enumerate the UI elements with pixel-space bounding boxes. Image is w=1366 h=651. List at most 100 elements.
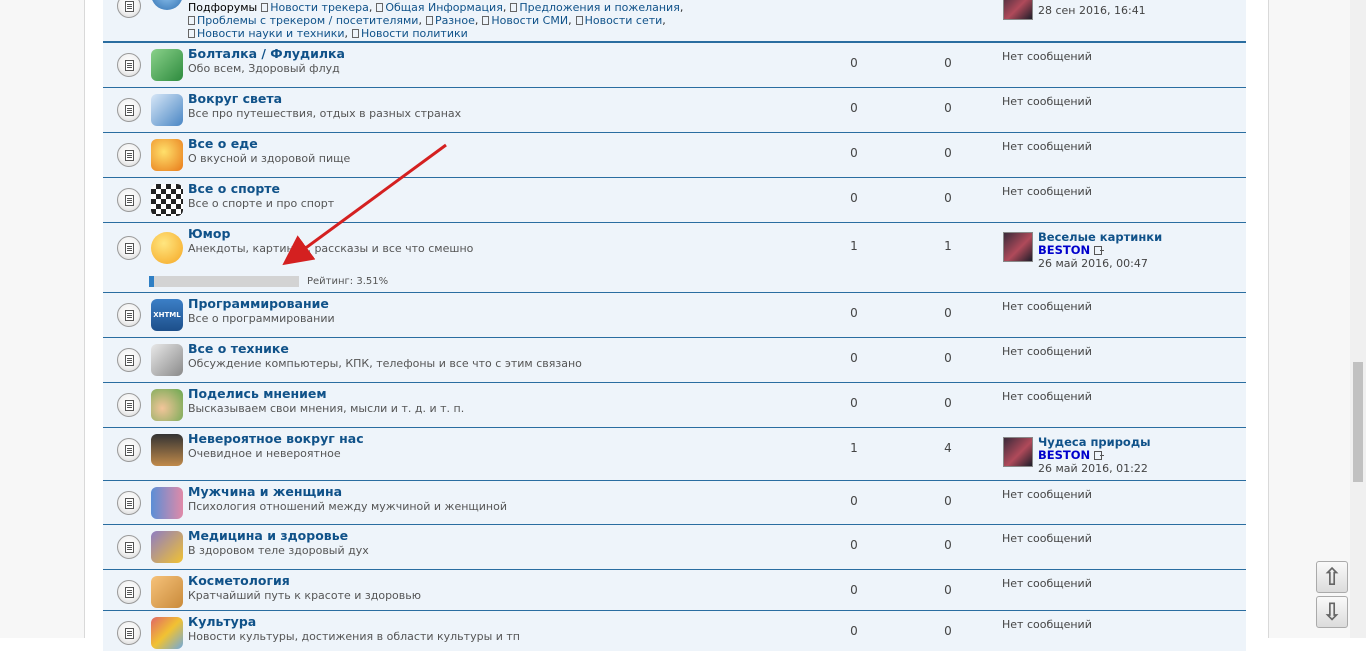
forum-title-link[interactable]: Программирование bbox=[188, 296, 329, 311]
forum-row: Косметология Кратчайший путь к красоте и… bbox=[103, 570, 1246, 610]
forum-title-link[interactable]: Невероятное вокруг нас bbox=[188, 431, 364, 446]
last-post-date: 26 май 2016, 00:47 bbox=[1038, 257, 1148, 270]
forum-title-link[interactable]: Вокруг света bbox=[188, 91, 282, 106]
posts-count: 0 bbox=[944, 146, 952, 160]
subforum-link[interactable]: Разное bbox=[435, 14, 475, 27]
avatar[interactable] bbox=[1003, 437, 1033, 467]
topics-count: 1 bbox=[850, 239, 858, 253]
subforum-link[interactable]: Новости сети bbox=[585, 14, 663, 27]
forum-read-icon bbox=[117, 535, 141, 559]
no-messages-text: Нет сообщений bbox=[1002, 532, 1092, 545]
posts-count: 4 bbox=[944, 441, 952, 455]
last-post-date: 28 сен 2016, 16:41 bbox=[1038, 4, 1146, 17]
forum-title-link[interactable]: Все о технике bbox=[188, 341, 289, 356]
forum-description: Обо всем, Здоровый флуд bbox=[188, 62, 340, 75]
forum-row: Все о спорте Все о спорте и про спорт 0 … bbox=[103, 178, 1246, 222]
forum-read-icon bbox=[117, 580, 141, 604]
forum-description: Все про путешествия, отдых в разных стра… bbox=[188, 107, 462, 120]
forum-title-link[interactable]: Юмор bbox=[188, 226, 230, 241]
last-post-user-link[interactable]: BESTON bbox=[1038, 243, 1105, 257]
avatar[interactable] bbox=[1003, 232, 1033, 262]
xhtml-icon-label: XHTML bbox=[153, 311, 181, 319]
subforum-link[interactable]: Новости СМИ bbox=[491, 14, 568, 27]
forum-read-icon bbox=[117, 393, 141, 417]
posts-count: 0 bbox=[944, 538, 952, 552]
forum-read-icon bbox=[117, 438, 141, 462]
forum-description: Обсуждение компьютеры, КПК, телефоны и в… bbox=[188, 357, 582, 370]
topics-count: 0 bbox=[850, 56, 858, 70]
forum-title-link[interactable]: Косметология bbox=[188, 573, 290, 588]
shapes-icon bbox=[151, 531, 183, 563]
go-to-post-icon[interactable] bbox=[1094, 246, 1105, 255]
subforum-link[interactable]: Новости трекера bbox=[270, 1, 369, 14]
posts-count: 0 bbox=[944, 191, 952, 205]
forum-description: Анекдоты, картинки, рассказы и все что с… bbox=[188, 242, 474, 255]
forum-title-link[interactable]: Все о спорте bbox=[188, 181, 280, 196]
forum-title-link[interactable]: Медицина и здоровье bbox=[188, 528, 348, 543]
fish-icon bbox=[151, 139, 183, 171]
last-post-title-link[interactable]: Веселые картинки bbox=[1038, 230, 1162, 244]
posts-count: 0 bbox=[944, 624, 952, 638]
topics-count: 1 bbox=[850, 441, 858, 455]
go-to-post-icon[interactable] bbox=[1094, 451, 1105, 460]
topics-count: 0 bbox=[850, 396, 858, 410]
forum-read-icon bbox=[117, 491, 141, 515]
handshake-icon bbox=[151, 576, 183, 608]
forum-description: Очевидное и невероятное bbox=[188, 447, 341, 460]
money-icon bbox=[151, 49, 183, 81]
forum-read-icon bbox=[117, 98, 141, 122]
no-messages-text: Нет сообщений bbox=[1002, 50, 1092, 63]
last-post-date: 26 май 2016, 01:22 bbox=[1038, 462, 1148, 475]
last-post-title-link[interactable]: Чудеса природы bbox=[1038, 435, 1151, 449]
forum-row: Невероятное вокруг нас Очевидное и невер… bbox=[103, 428, 1246, 480]
no-messages-text: Нет сообщений bbox=[1002, 140, 1092, 153]
forum-row: Культура Новости культуры, достижения в … bbox=[103, 611, 1246, 651]
forum-title-link[interactable]: Мужчина и женщина bbox=[188, 484, 342, 499]
forum-description: Кратчайший путь к красоте и здоровью bbox=[188, 589, 422, 602]
forum-title-link[interactable]: Болталка / Флудилка bbox=[188, 46, 345, 61]
forum-row: Мужчина и женщина Психология отношений м… bbox=[103, 481, 1246, 524]
rating-bar bbox=[149, 276, 299, 287]
no-messages-text: Нет сообщений bbox=[1002, 618, 1092, 631]
subforum-link[interactable]: Предложения и пожелания bbox=[519, 1, 680, 14]
forum-row: Все о еде О вкусной и здоровой пище 0 0 … bbox=[103, 133, 1246, 177]
scroll-up-button[interactable]: ⇧ bbox=[1316, 561, 1348, 593]
subforum-link[interactable]: Новости науки и техники bbox=[197, 27, 345, 40]
forum-read-icon bbox=[117, 143, 141, 167]
scrollbar-thumb[interactable] bbox=[1353, 362, 1363, 482]
forum-description: Высказываем свои мнения, мысли и т. д. и… bbox=[188, 402, 465, 415]
forum-read-icon bbox=[117, 0, 141, 18]
forum-row: Медицина и здоровье В здоровом теле здор… bbox=[103, 525, 1246, 569]
travel-icon bbox=[151, 94, 183, 126]
forum-read-icon bbox=[117, 348, 141, 372]
forum-row: Поделись мнением Высказываем свои мнения… bbox=[103, 383, 1246, 427]
posts-count: 0 bbox=[944, 494, 952, 508]
last-post-user[interactable]: BESTON bbox=[1038, 448, 1090, 462]
forum-description: Новости культуры, достижения в области к… bbox=[188, 630, 520, 643]
forum-title-link[interactable]: Культура bbox=[188, 614, 256, 629]
checkered-flag-icon bbox=[151, 184, 183, 216]
no-messages-text: Нет сообщений bbox=[1002, 95, 1092, 108]
forum-read-icon bbox=[117, 303, 141, 327]
subforum-link[interactable]: Новости политики bbox=[361, 27, 468, 40]
forum-description: О вкусной и здоровой пище bbox=[188, 152, 351, 165]
forum-description: Психология отношений между мужчиной и же… bbox=[188, 500, 508, 513]
forum-title-link[interactable]: Все о еде bbox=[188, 136, 258, 151]
topics-count: 0 bbox=[850, 146, 858, 160]
forum-row: XHTML Программирование Все о программиро… bbox=[103, 293, 1246, 337]
last-post-user-link[interactable]: BESTON bbox=[1038, 448, 1105, 462]
page-scrollbar[interactable] bbox=[1350, 0, 1366, 638]
scroll-down-button[interactable]: ⇩ bbox=[1316, 596, 1348, 628]
topics-count: 0 bbox=[850, 191, 858, 205]
no-messages-text: Нет сообщений bbox=[1002, 345, 1092, 358]
rating-text: Рейтинг: 3.51% bbox=[307, 276, 389, 287]
subforum-link[interactable]: Общая Информация bbox=[385, 1, 503, 14]
subforum-link[interactable]: Проблемы с трекером / посетителями bbox=[197, 14, 418, 27]
avatar[interactable] bbox=[1003, 0, 1033, 20]
forum-description: Все о спорте и про спорт bbox=[188, 197, 335, 210]
no-messages-text: Нет сообщений bbox=[1002, 577, 1092, 590]
posts-count: 1 bbox=[944, 239, 952, 253]
forum-title-link[interactable]: Поделись мнением bbox=[188, 386, 327, 401]
last-post-user[interactable]: BESTON bbox=[1038, 243, 1090, 257]
smiley-icon bbox=[151, 232, 183, 264]
